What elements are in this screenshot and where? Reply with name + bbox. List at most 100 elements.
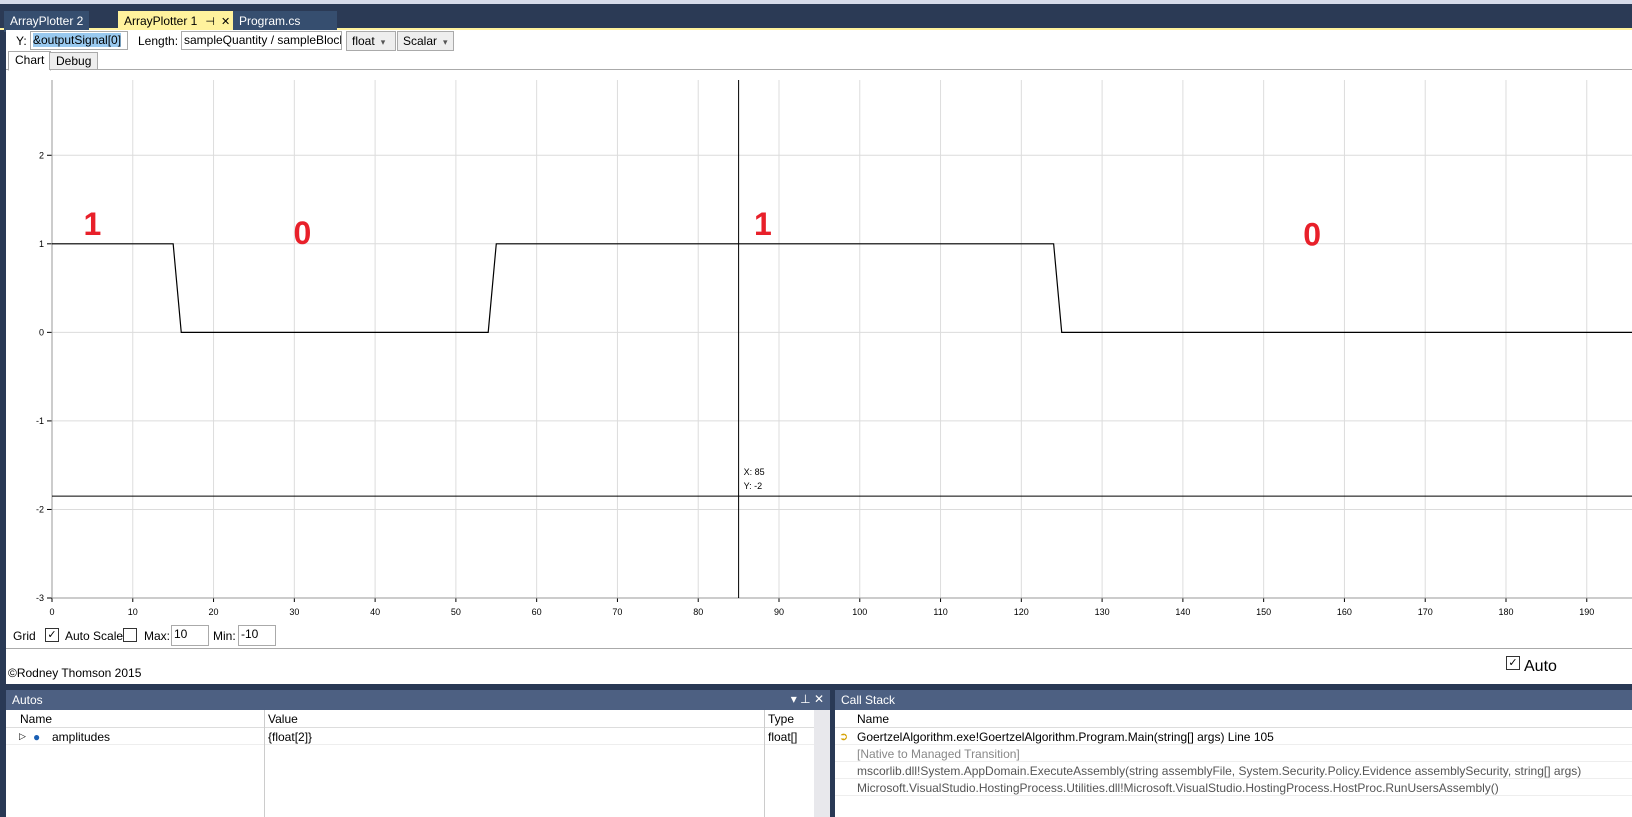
call-stack-row[interactable]: [Native to Managed Transition] xyxy=(835,745,1632,762)
call-stack-row[interactable]: mscorlib.dll!System.AppDomain.ExecuteAss… xyxy=(835,762,1632,779)
plotter-toolbar: Y: &outputSignal[0] Length: sampleQuanti… xyxy=(6,30,1632,52)
current-frame-arrow-icon: ➲ xyxy=(839,731,849,743)
x-tick-label: 130 xyxy=(1095,607,1110,617)
x-tick-label: 140 xyxy=(1175,607,1190,617)
max-label: Max: xyxy=(144,629,171,643)
min-input[interactable]: -10 xyxy=(238,625,276,646)
frame-text: mscorlib.dll!System.AppDomain.ExecuteAss… xyxy=(857,764,1582,778)
x-tick-label: 180 xyxy=(1498,607,1513,617)
panel-controls-icons[interactable]: ▾ ⊥ ✕ xyxy=(791,692,824,706)
call-stack-row[interactable]: ➲ GoertzelAlgorithm.exe!GoertzelAlgorithm… xyxy=(835,728,1632,745)
x-tick-label: 190 xyxy=(1579,607,1594,617)
column-divider xyxy=(764,710,765,817)
x-tick-label: 150 xyxy=(1256,607,1271,617)
copyright-text: ©Rodney Thomson 2015 xyxy=(8,666,142,680)
pin-icon[interactable]: ⊣ xyxy=(205,16,215,28)
cursor-readout-y: Y: -2 xyxy=(744,481,763,491)
autos-title: Autos xyxy=(12,693,43,707)
x-tick-label: 110 xyxy=(933,607,947,617)
x-tick-label: 50 xyxy=(451,607,461,617)
tab-label: Program.cs xyxy=(239,14,301,28)
variable-type: float[] xyxy=(768,730,798,744)
call-stack-row[interactable]: Microsoft.VisualStudio.HostingProcess.Ut… xyxy=(835,779,1632,796)
mode-select-value: Scalar xyxy=(403,34,438,48)
bit-annotation: 1 xyxy=(83,206,101,242)
x-tick-label: 120 xyxy=(1014,607,1029,617)
column-name[interactable]: Name xyxy=(20,712,52,726)
bit-annotation: 1 xyxy=(754,206,772,242)
length-expression-input[interactable]: sampleQuantity / sampleBlock xyxy=(181,31,342,50)
y-expression-input[interactable]: &outputSignal[0] xyxy=(30,31,128,50)
autos-scrollbar[interactable] xyxy=(814,710,830,817)
y-tick-label: 2 xyxy=(39,150,44,160)
chevron-down-icon: ▾ xyxy=(380,37,386,47)
y-tick-label: -1 xyxy=(36,416,44,426)
tab-program-cs[interactable]: Program.cs xyxy=(233,11,337,32)
variable-icon: ● xyxy=(33,730,41,744)
x-tick-label: 30 xyxy=(289,607,299,617)
chevron-down-icon: ▾ xyxy=(443,37,448,47)
close-icon[interactable]: ✕ xyxy=(221,16,230,28)
column-value[interactable]: Value xyxy=(268,712,298,726)
x-tick-label: 10 xyxy=(128,607,138,617)
x-tick-label: 90 xyxy=(774,607,784,617)
expand-arrow-icon[interactable]: ▷ xyxy=(19,731,26,742)
divider xyxy=(6,648,1632,649)
mode-select[interactable]: Scalar ▾ xyxy=(397,31,454,51)
x-tick-label: 170 xyxy=(1418,607,1433,617)
call-stack-column-header: Name xyxy=(835,710,1632,728)
signal-line xyxy=(52,243,1632,333)
x-tick-label: 60 xyxy=(532,607,542,617)
y-tick-label: -2 xyxy=(36,504,44,514)
auto-label: Auto xyxy=(1524,658,1557,675)
call-stack-header: Call Stack xyxy=(835,690,1632,710)
x-tick-label: 0 xyxy=(49,607,54,617)
autoscale-checkbox[interactable] xyxy=(123,628,137,642)
autos-panel: Autos ▾ ⊥ ✕ Name Value Type ▷ ● amplitude… xyxy=(6,690,830,817)
column-type[interactable]: Type xyxy=(768,712,794,726)
type-select[interactable]: float ▾ xyxy=(346,31,396,51)
x-tick-label: 80 xyxy=(693,607,703,617)
tab-label: ArrayPlotter 1 xyxy=(124,14,198,28)
tab-arrayplotter-1[interactable]: ArrayPlotter 1 ⊣ ✕ xyxy=(118,11,237,32)
frame-text: GoertzelAlgorithm.exe!GoertzelAlgorithm.… xyxy=(857,730,1274,744)
x-tick-label: 100 xyxy=(852,607,867,617)
bit-annotation: 0 xyxy=(294,215,312,251)
tab-label: ArrayPlotter 2 xyxy=(10,14,84,28)
chart-controls: Grid ✓ Auto Scale Max: 10 Min: -10 xyxy=(13,625,613,647)
grid-label: Grid xyxy=(13,629,36,643)
autos-column-headers: Name Value Type xyxy=(6,710,830,728)
autos-row[interactable]: ▷ ● amplitudes {float[2]} float[] xyxy=(6,728,830,745)
y-tick-label: 1 xyxy=(39,239,44,249)
chart-tab-strip: Chart Debug xyxy=(6,51,1632,71)
cursor-readout-x: X: 85 xyxy=(744,467,765,477)
x-tick-label: 160 xyxy=(1337,607,1352,617)
tab-arrayplotter-2[interactable]: ArrayPlotter 2 xyxy=(4,11,90,32)
column-divider xyxy=(264,710,265,817)
x-tick-label: 40 xyxy=(370,607,380,617)
variable-value: {float[2]} xyxy=(268,730,313,744)
frame-text: [Native to Managed Transition] xyxy=(857,747,1020,761)
bit-annotation: 0 xyxy=(1303,217,1321,253)
y-expression-text: &outputSignal[0] xyxy=(33,33,122,47)
grid-checkbox[interactable]: ✓ xyxy=(45,628,59,642)
min-label: Min: xyxy=(213,629,236,643)
tab-debug[interactable]: Debug xyxy=(49,52,99,70)
document-tab-bar: ArrayPlotter 2 ArrayPlotter 1 ⊣ ✕ Program.… xyxy=(0,4,1632,32)
x-tick-label: 70 xyxy=(612,607,622,617)
plot-area[interactable]: 0 10 20 30 40 50 60 70 80 90 100 110 120 130 140 150 160… xyxy=(6,74,1632,624)
max-input[interactable]: 10 xyxy=(171,625,209,646)
tab-chart[interactable]: Chart xyxy=(8,51,52,71)
variable-name: amplitudes xyxy=(52,730,111,744)
y-tick-label: 0 xyxy=(39,327,44,337)
x-tick-label: 20 xyxy=(209,607,219,617)
autoscale-label: Auto Scale xyxy=(65,629,124,643)
type-select-value: float xyxy=(352,34,375,48)
y-label: Y: xyxy=(16,34,27,48)
autos-header: Autos ▾ ⊥ ✕ xyxy=(6,690,830,710)
call-stack-panel: Call Stack Name ➲ GoertzelAlgorithm.exe!G… xyxy=(835,690,1632,817)
call-stack-title: Call Stack xyxy=(841,693,896,707)
auto-checkbox[interactable]: ✓ xyxy=(1506,656,1520,670)
column-name[interactable]: Name xyxy=(857,712,889,726)
frame-text: Microsoft.VisualStudio.HostingProcess.Ut… xyxy=(857,781,1499,795)
